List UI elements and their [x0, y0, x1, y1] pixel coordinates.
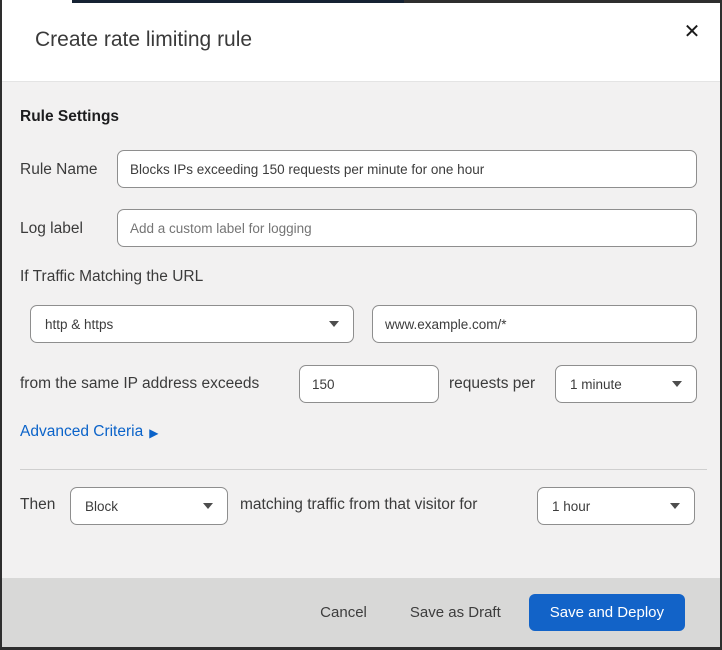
action-dropdown-value: Block: [85, 498, 119, 514]
chevron-down-icon: [670, 503, 680, 509]
background-strip-navy: [72, 0, 404, 3]
traffic-match-intro: If Traffic Matching the URL: [20, 268, 204, 285]
chevron-down-icon: [329, 321, 339, 327]
close-button[interactable]: ✕: [677, 17, 707, 47]
rule-name-label: Rule Name: [20, 161, 98, 178]
log-label-label: Log label: [20, 220, 83, 237]
rule-name-input[interactable]: [117, 150, 697, 188]
advanced-criteria-link[interactable]: Advanced Criteria ▶: [20, 423, 158, 441]
cancel-button[interactable]: Cancel: [320, 604, 367, 621]
modal-header: Create rate limiting rule ✕: [2, 4, 720, 82]
duration-dropdown-value: 1 hour: [552, 498, 591, 514]
caret-right-icon: ▶: [149, 426, 159, 440]
modal-footer: Cancel Save as Draft Save and Deploy: [2, 578, 720, 647]
save-and-deploy-button[interactable]: Save and Deploy: [528, 594, 685, 631]
scheme-dropdown[interactable]: http & https: [30, 305, 354, 343]
background-strip-gray: [404, 0, 720, 3]
section-divider: [20, 469, 707, 470]
modal-body: Rule Settings Rule Name Log label If Tra…: [2, 82, 720, 578]
save-as-draft-button[interactable]: Save as Draft: [410, 604, 501, 621]
close-icon: ✕: [683, 21, 701, 43]
rule-settings-heading: Rule Settings: [20, 108, 120, 125]
threshold-prefix-text: from the same IP address exceeds: [20, 375, 260, 392]
scheme-dropdown-value: http & https: [45, 316, 114, 332]
period-dropdown-value: 1 minute: [570, 376, 622, 392]
chevron-down-icon: [672, 381, 682, 387]
modal-title: Create rate limiting rule: [35, 28, 253, 51]
threshold-input[interactable]: [299, 365, 439, 403]
threshold-suffix-text: requests per: [449, 375, 536, 392]
period-dropdown[interactable]: 1 minute: [555, 365, 697, 403]
chevron-down-icon: [203, 503, 213, 509]
duration-dropdown[interactable]: 1 hour: [537, 487, 695, 525]
advanced-criteria-label: Advanced Criteria: [20, 423, 144, 440]
action-dropdown[interactable]: Block: [70, 487, 228, 525]
create-rate-limiting-rule-modal: Create rate limiting rule ✕ Rule Setting…: [0, 0, 722, 650]
log-label-input[interactable]: [117, 209, 697, 247]
url-pattern-input[interactable]: [372, 305, 697, 343]
then-label: Then: [20, 496, 56, 513]
action-middle-text: matching traffic from that visitor for: [240, 496, 478, 513]
